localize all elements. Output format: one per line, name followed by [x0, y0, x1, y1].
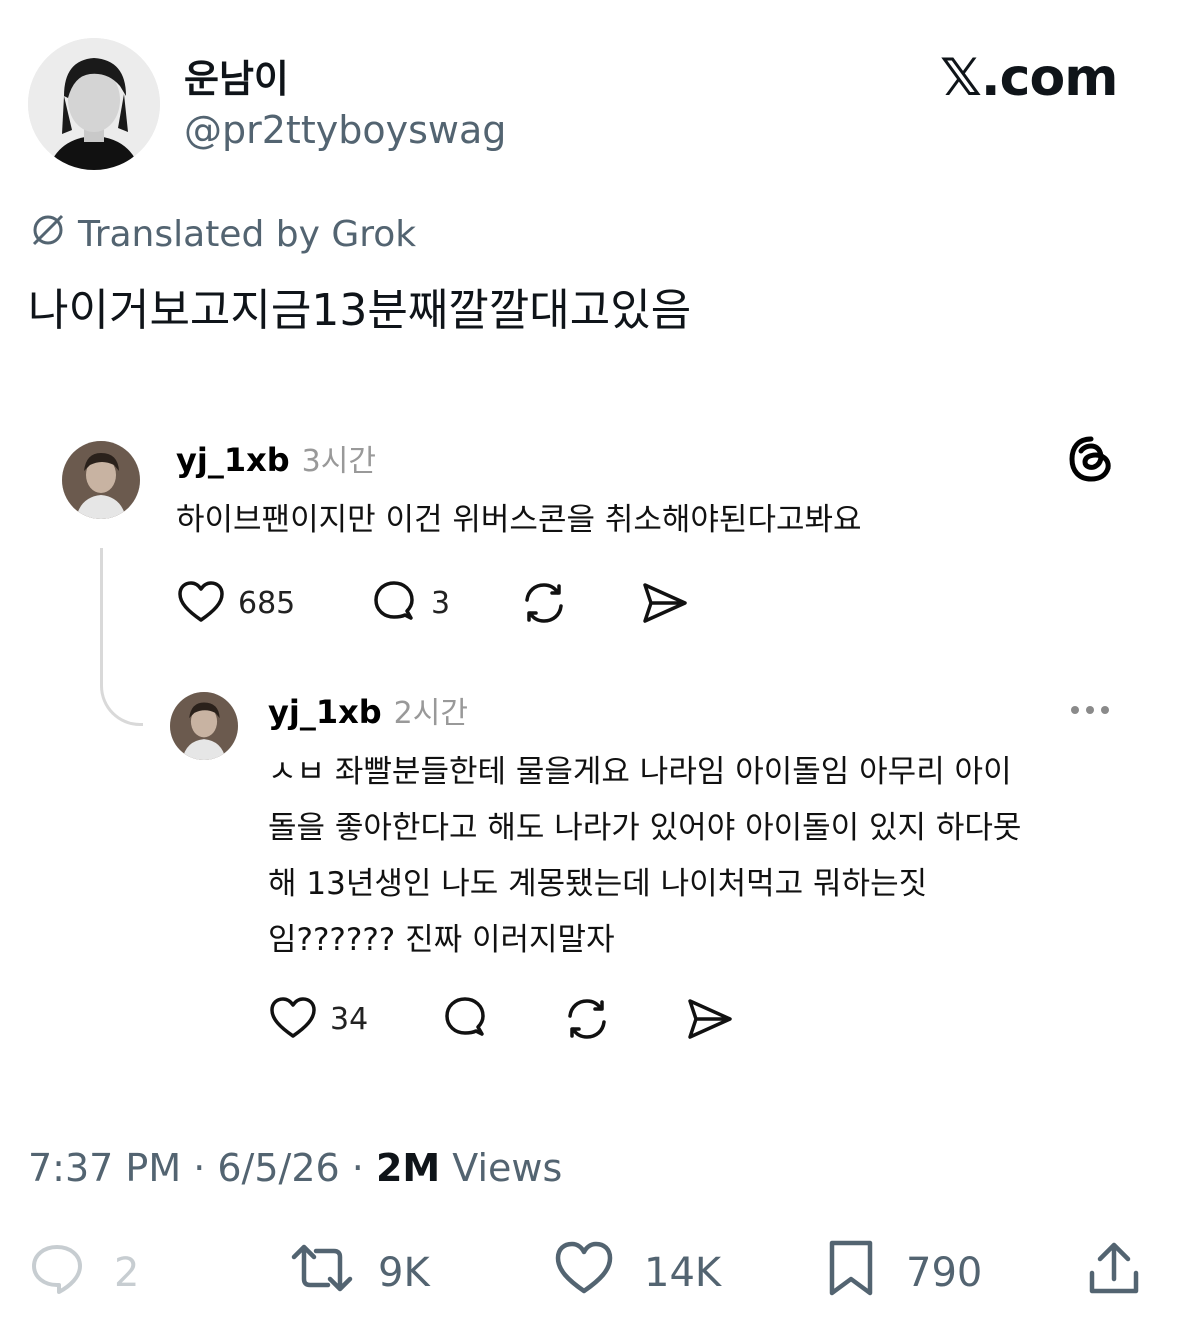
retweet-icon	[288, 1239, 356, 1307]
share-button[interactable]	[1086, 1238, 1142, 1308]
views-label: Views	[440, 1146, 563, 1190]
thread-post-1-actions: 685 3	[176, 578, 689, 628]
thread-reply[interactable]	[440, 994, 562, 1044]
separator: ·	[181, 1146, 218, 1190]
tweet-text: 나이거보고지금13분째깔깔대고있음	[28, 285, 692, 336]
bookmark-button[interactable]: 790	[826, 1238, 982, 1308]
reply-count: 2	[114, 1250, 140, 1296]
thread-connector-line	[100, 548, 143, 726]
comment-icon	[369, 578, 419, 628]
thread-post-2-header: yj_1xb 2시간	[268, 688, 468, 732]
share-icon	[1086, 1239, 1142, 1307]
thread-post-1-header: yj_1xb 3시간	[176, 436, 376, 480]
thread-like[interactable]: 685	[176, 578, 369, 628]
author-avatar[interactable]	[28, 38, 160, 170]
reply-button[interactable]: 2	[28, 1238, 139, 1308]
send-icon	[684, 994, 734, 1044]
thread-avatar-1	[62, 441, 140, 519]
comment-icon	[440, 994, 490, 1044]
reply-count: 3	[431, 585, 451, 621]
thread-timestamp: 3시간	[301, 444, 376, 479]
tweet-time[interactable]: 7:37 PM	[28, 1146, 181, 1190]
author-display-name[interactable]: 운남이	[184, 48, 289, 103]
separator: ·	[339, 1146, 376, 1190]
author-handle[interactable]: @pr2ttyboyswag	[184, 108, 506, 152]
thread-post-1-text: 하이브팬이지만 이건 위버스콘을 취소해야된다고봐요	[176, 502, 862, 538]
thread-username[interactable]: yj_1xb	[176, 441, 290, 479]
heart-icon	[554, 1239, 614, 1307]
thread-like[interactable]: 34	[268, 994, 440, 1044]
text-line: 돌을 좋아한다고 해도 나라가 있어야 아이돌이 있지 하다못	[268, 810, 1022, 846]
heart-icon	[176, 578, 226, 628]
views-count: 2M	[375, 1146, 441, 1190]
tweet-meta: 7:37 PM · 6/5/26 · 2M Views	[28, 1146, 562, 1190]
repost-icon	[519, 578, 569, 628]
repost-button[interactable]: 9K	[288, 1238, 430, 1308]
thread-share[interactable]	[684, 994, 734, 1044]
translated-by-grok[interactable]: Translated by Grok	[28, 210, 416, 259]
reply-icon	[28, 1239, 86, 1307]
like-count: 34	[330, 1001, 369, 1037]
heart-icon	[268, 994, 318, 1044]
repost-count: 9K	[378, 1250, 430, 1296]
x-brand-logo: 𝕏.com	[940, 48, 1118, 108]
thread-reply[interactable]: 3	[369, 578, 519, 628]
thread-repost[interactable]	[519, 578, 639, 628]
text-line: 임?????? 진짜 이러지말자	[268, 922, 615, 958]
thread-share[interactable]	[639, 578, 689, 628]
repost-icon	[562, 994, 612, 1044]
thread-avatar-2	[170, 692, 238, 760]
more-options-icon[interactable]	[1071, 706, 1109, 714]
text-line: ㅅㅂ 좌빨분들한테 물을게요 나라임 아이돌임 아무리 아이	[268, 754, 1012, 790]
text-line: 해 13년생인 나도 계몽됐는데 나이처먹고 뭐하는짓	[268, 866, 928, 902]
tweet-date[interactable]: 6/5/26	[217, 1146, 339, 1190]
send-icon	[639, 578, 689, 628]
bookmark-count: 790	[906, 1250, 983, 1296]
like-button[interactable]: 14K	[554, 1238, 721, 1308]
like-count: 685	[238, 585, 296, 621]
thread-post-2-actions: 34	[268, 994, 734, 1044]
grok-icon	[28, 210, 68, 259]
thread-post-2-text: ㅅㅂ 좌빨분들한테 물을게요 나라임 아이돌임 아무리 아이 돌을 좋아한다고 …	[268, 744, 1021, 968]
translated-label: Translated by Grok	[78, 214, 417, 255]
tweet-action-bar: 2 9K 14K 790	[0, 1238, 1179, 1308]
thread-username[interactable]: yj_1xb	[268, 693, 382, 731]
bookmark-icon	[826, 1239, 876, 1307]
threads-logo-icon	[1066, 434, 1116, 488]
thread-repost[interactable]	[562, 994, 684, 1044]
thread-timestamp: 2시간	[393, 696, 468, 731]
like-count: 14K	[644, 1250, 722, 1296]
